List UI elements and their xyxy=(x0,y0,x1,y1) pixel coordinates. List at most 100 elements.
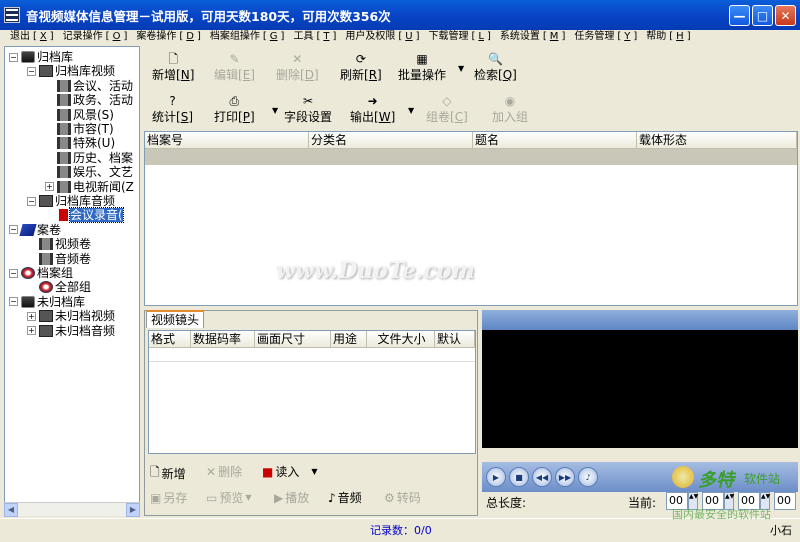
shot-read-button[interactable]: ■ 读入 ▼ xyxy=(262,463,318,480)
toolbar-icon: 🗋 xyxy=(168,52,179,66)
tree-node[interactable]: 会议、活动 xyxy=(45,79,133,93)
toolbar-row1-button-2[interactable]: ✕ 删除[D] xyxy=(276,52,319,83)
tree-node[interactable]: 历史、档案 xyxy=(45,151,133,165)
shot-transcode-button[interactable]: ⚙ 转码 xyxy=(384,489,421,506)
logo-tagline: 国内最安全的软件站 xyxy=(672,508,771,521)
col-usage[interactable]: 用途 xyxy=(331,331,367,347)
tree-node[interactable]: 会议录音( xyxy=(45,207,124,224)
toolbar-row1-button-3[interactable]: ⟳ 刷新[R] xyxy=(340,52,382,83)
tree-node[interactable]: − 未归档库 xyxy=(9,295,85,309)
toolbar-row2-button-2[interactable]: ✂ 字段设置 xyxy=(284,94,332,125)
tree-node[interactable]: + 未归档音频 xyxy=(27,324,115,338)
tree-node[interactable]: 音频卷 xyxy=(27,252,91,266)
menu-9[interactable]: 帮助[H] xyxy=(640,30,693,44)
col-archive-number[interactable]: 档案号 xyxy=(145,132,309,148)
col-title[interactable]: 题名 xyxy=(473,132,637,148)
expand-toggle-icon[interactable]: − xyxy=(9,268,18,278)
tab-video-shot[interactable]: 视频镜头 xyxy=(146,310,205,328)
menu-2[interactable]: 案卷操作[D] xyxy=(130,30,204,44)
toolbar-label: 统计[S] xyxy=(152,110,194,124)
tree-node[interactable]: 市容(T) xyxy=(45,122,114,136)
toolbar-row2-button-1[interactable]: ⎙ 打印[P] xyxy=(214,94,255,125)
shot-row[interactable] xyxy=(149,348,475,362)
tree-node[interactable]: 娱乐、文艺 xyxy=(45,165,133,179)
toolbar-row2-button-0[interactable]: ? 统计[S] xyxy=(152,94,193,125)
play-icon[interactable]: ▶ xyxy=(486,467,506,487)
col-file-size[interactable]: 文件大小 xyxy=(367,331,435,347)
tree-node[interactable]: 视频卷 xyxy=(27,237,91,251)
read-dropdown-icon[interactable]: ▼ xyxy=(311,467,317,476)
expand-toggle-icon[interactable]: − xyxy=(27,196,36,206)
toolbar-icon: ➜ xyxy=(367,94,378,108)
volume-icon[interactable]: ♪ xyxy=(578,467,598,487)
tree-node[interactable]: 风景(S) xyxy=(45,108,114,122)
expand-toggle-icon[interactable]: + xyxy=(27,311,36,321)
expand-toggle-icon[interactable]: − xyxy=(9,297,18,307)
tree-node-icon xyxy=(39,281,53,294)
expand-toggle-icon[interactable]: − xyxy=(27,66,36,76)
shot-preview-button[interactable]: ▭ 预览 ▼ xyxy=(206,489,252,506)
tree-node[interactable]: − 案卷 xyxy=(9,223,61,237)
forward-icon[interactable]: ▶▶ xyxy=(555,467,575,487)
toolbar-accelerator: C xyxy=(454,110,464,124)
tree-node[interactable]: − 档案组 xyxy=(9,266,73,280)
col-format[interactable]: 格式 xyxy=(149,331,191,347)
toolbar-row2-button-3[interactable]: ➜ 输出[W] xyxy=(350,94,395,125)
minimize-button[interactable]: — xyxy=(729,5,750,26)
expand-toggle-icon[interactable]: + xyxy=(45,182,54,192)
scroll-left-icon[interactable]: ◀ xyxy=(4,503,18,517)
tree-node[interactable]: − 归档库视频 xyxy=(27,64,115,78)
shot-audio-button[interactable]: ♪ 音频 xyxy=(328,489,362,506)
maximize-button[interactable]: □ xyxy=(752,5,773,26)
menu-6[interactable]: 下载管理[L] xyxy=(423,30,494,44)
tree-node[interactable]: 全部组 xyxy=(27,280,91,294)
archive-tree[interactable]: − 归档库 − 归档库视频 会议、活动 政务、活动 风景(S) 市容(T) 特殊(U) 历史、档案… xyxy=(4,46,140,516)
close-button[interactable]: ✕ xyxy=(775,5,796,26)
tree-node-label: 会议、活动 xyxy=(73,78,134,93)
tree-node-icon xyxy=(57,123,71,135)
dropdown-arrow-icon[interactable]: ▼ xyxy=(408,106,414,115)
menu-1[interactable]: 记录操作[O] xyxy=(57,30,131,44)
scroll-right-icon[interactable]: ▶ xyxy=(126,503,140,517)
shot-add-button[interactable]: 🗋 新增 xyxy=(150,463,186,484)
toolbar-row1-button-0[interactable]: 🗋 新增[N] xyxy=(152,52,194,83)
menu-5[interactable]: 用户及权限[U] xyxy=(339,30,422,44)
menu-3[interactable]: 档案组操作[G] xyxy=(204,30,288,44)
toolbar-row1-button-4[interactable]: ▦ 批量操作 xyxy=(398,52,446,83)
toolbar-row1-button-5[interactable]: 🔍 检索[Q] xyxy=(474,52,517,83)
tree-node[interactable]: 特殊(U) xyxy=(45,136,115,150)
tree-node[interactable]: + 未归档视频 xyxy=(27,309,115,323)
col-default[interactable]: 默认 xyxy=(435,331,475,347)
col-category[interactable]: 分类名 xyxy=(309,132,473,148)
tree-node[interactable]: + 电视新闻(Z xyxy=(45,180,134,194)
toolbar-row1-button-1[interactable]: ✎ 编辑[E] xyxy=(214,52,255,83)
video-screen[interactable] xyxy=(482,330,798,448)
toolbar-row2-button-5[interactable]: ◉ 加入组 xyxy=(492,94,528,125)
tree-horizontal-scrollbar[interactable]: ◀ ▶ xyxy=(4,502,140,517)
selected-row[interactable] xyxy=(145,149,797,165)
expand-toggle-icon[interactable]: − xyxy=(9,225,18,235)
toolbar-label: 输出[W] xyxy=(350,110,396,124)
col-bitrate[interactable]: 数据码率 xyxy=(191,331,255,347)
shot-grid[interactable]: 格式 数据码率 画面尺寸 用途 文件大小 默认 xyxy=(148,330,476,454)
menu-7[interactable]: 系统设置[M] xyxy=(494,30,568,44)
toolbar-row2-button-4[interactable]: ◇ 组卷[C] xyxy=(426,94,468,125)
menu-4[interactable]: 工具[T] xyxy=(287,30,339,44)
shot-delete-button[interactable]: ✕ 删除 xyxy=(206,463,242,480)
dropdown-arrow-icon[interactable]: ▼ xyxy=(458,64,464,73)
dropdown-arrow-icon[interactable]: ▼ xyxy=(272,106,278,115)
shot-saveas-button[interactable]: ▣ 另存 xyxy=(150,489,187,506)
tree-node[interactable]: − 归档库音频 xyxy=(27,194,115,208)
menu-0[interactable]: 退出[X] xyxy=(4,30,57,44)
col-frame-size[interactable]: 画面尺寸 xyxy=(255,331,331,347)
rewind-icon[interactable]: ◀◀ xyxy=(532,467,552,487)
tree-node[interactable]: − 归档库 xyxy=(9,50,73,64)
col-media-form[interactable]: 载体形态 xyxy=(637,132,797,148)
stop-icon[interactable]: ■ xyxy=(509,467,529,487)
tree-node[interactable]: 政务、活动 xyxy=(45,93,133,107)
menu-8[interactable]: 任务管理[Y] xyxy=(568,30,640,44)
expand-toggle-icon[interactable]: − xyxy=(9,52,18,62)
shot-play-button[interactable]: ▶ 播放 xyxy=(274,489,309,506)
preview-dropdown-icon[interactable]: ▼ xyxy=(245,493,251,502)
expand-toggle-icon[interactable]: + xyxy=(27,326,36,336)
